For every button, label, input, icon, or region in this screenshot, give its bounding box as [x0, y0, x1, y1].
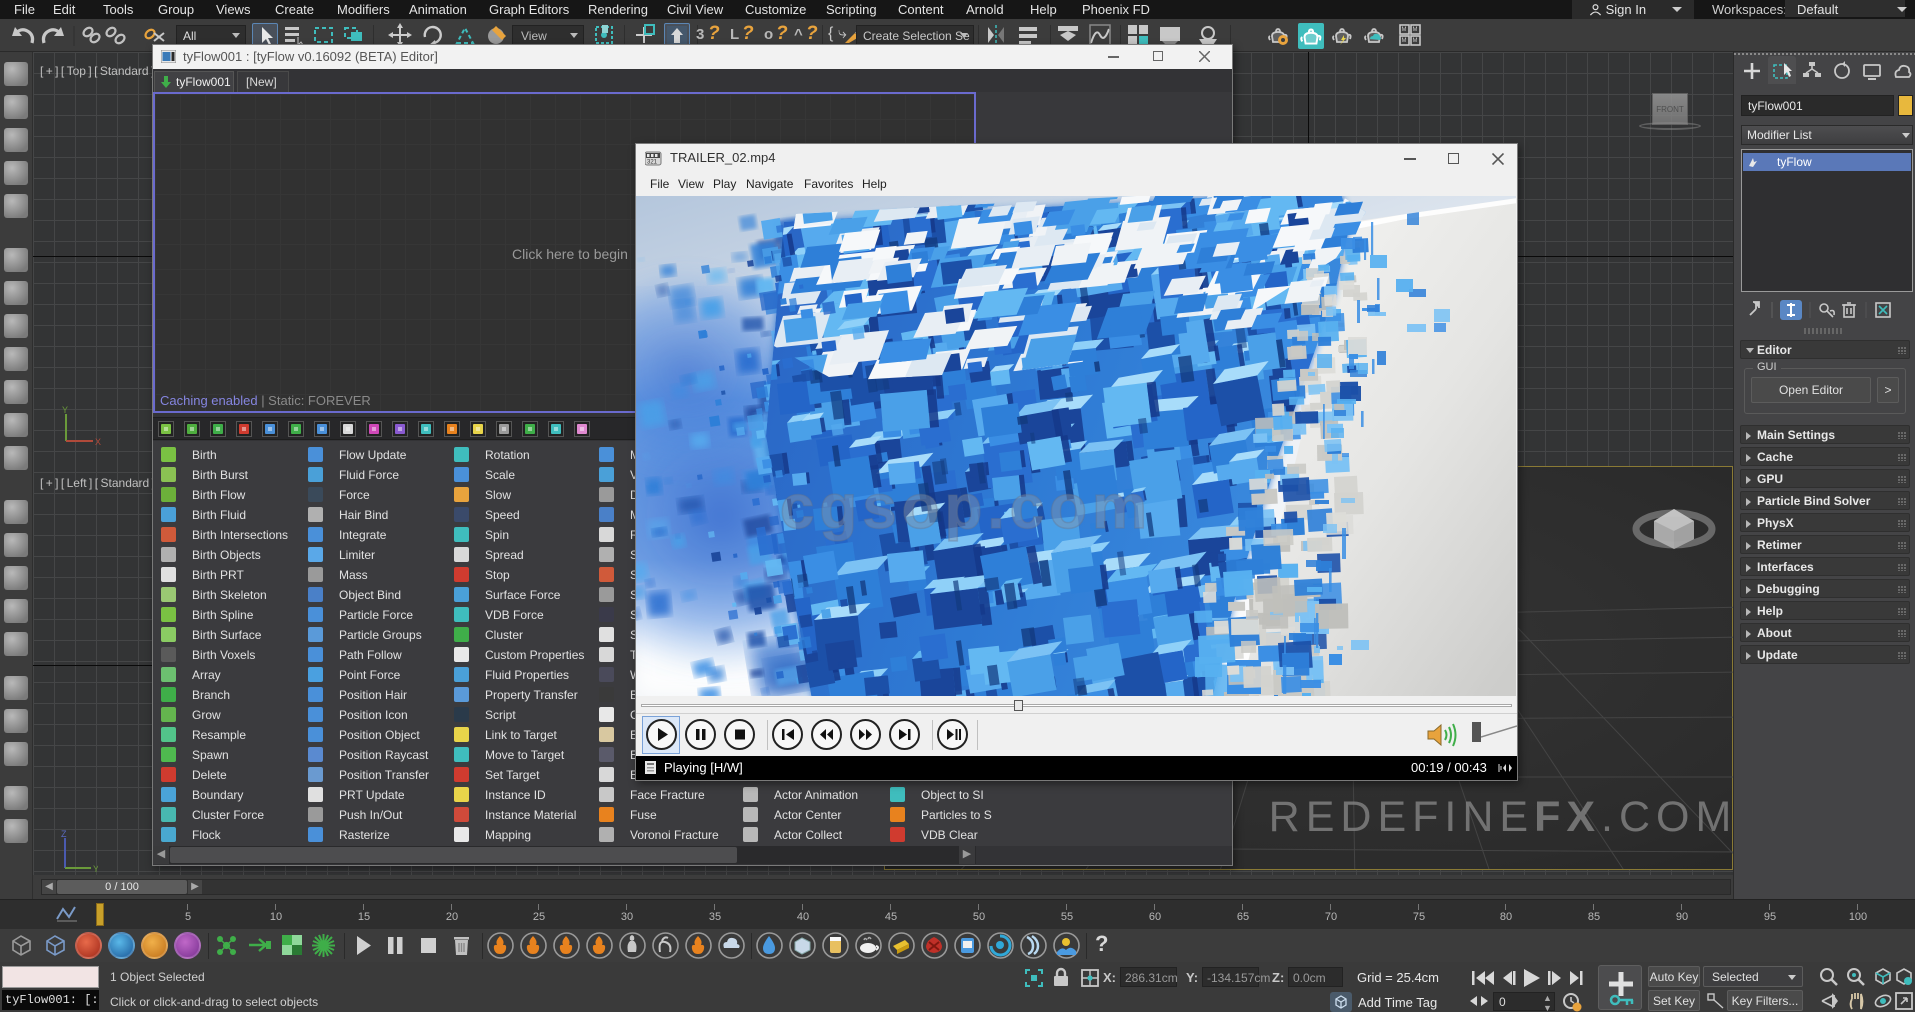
- svg-text:X: X: [95, 437, 101, 447]
- svg-text:REDEFINEFX.COM: REDEFINEFX.COM: [1269, 793, 1734, 841]
- svg-text:321: 321: [647, 160, 658, 166]
- svg-text:M: M: [1413, 27, 1418, 33]
- svg-text:cgsop.com: cgsop.com: [780, 473, 1152, 542]
- svg-text:M: M: [1413, 38, 1418, 44]
- svg-text:Z: Z: [61, 830, 67, 839]
- svg-text:M: M: [1402, 27, 1407, 33]
- svg-text:Y: Y: [93, 864, 98, 874]
- svg-text:Y: Y: [62, 405, 68, 415]
- svg-text:M: M: [1402, 38, 1407, 44]
